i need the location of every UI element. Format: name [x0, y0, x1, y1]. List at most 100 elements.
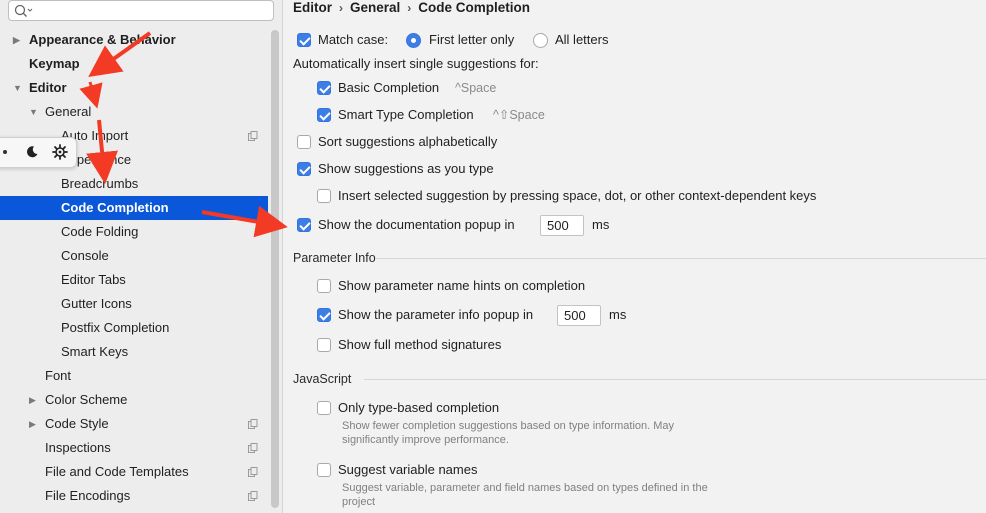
smart-type-shortcut: ^⇧Space — [493, 108, 545, 122]
sidebar-item-editor[interactable]: ▼ Editor — [0, 76, 268, 100]
sidebar-item-label: Console — [61, 248, 109, 263]
sidebar-item-code-folding[interactable]: Code Folding — [0, 220, 268, 244]
name-hints-label: Show parameter name hints on completion — [338, 278, 586, 293]
doc-popup-checkbox[interactable] — [297, 218, 311, 232]
sidebar-item-breadcrumbs[interactable]: Breadcrumbs — [0, 172, 268, 196]
chevron-right-icon[interactable]: ▶ — [13, 28, 25, 52]
info-popup-unit: ms — [609, 307, 627, 322]
type-based-help: Show fewer completion suggestions based … — [342, 420, 675, 446]
sidebar-item-label: Gutter Icons — [61, 296, 132, 311]
name-hints-row: Show parameter name hints on completion — [317, 276, 717, 296]
basic-completion-row: Basic Completion ^Space — [317, 78, 617, 98]
sidebar-item-color-scheme[interactable]: ▶ Color Scheme — [0, 388, 268, 412]
full-signatures-checkbox[interactable] — [317, 338, 331, 352]
section-divider — [364, 379, 986, 380]
sidebar-item-gutter-icons[interactable]: Gutter Icons — [0, 292, 268, 316]
insert-selected-row: Insert selected suggestion by pressing s… — [317, 186, 917, 206]
sidebar-item-label: Inspections — [45, 440, 111, 455]
chevron-right-icon[interactable]: ▶ — [29, 412, 41, 436]
basic-completion-checkbox[interactable] — [317, 81, 331, 95]
parameter-info-title: Parameter Info — [293, 251, 376, 265]
sidebar-item-font[interactable]: Font — [0, 364, 268, 388]
basic-completion-shortcut: ^Space — [455, 81, 497, 95]
breadcrumb-code-completion: Code Completion — [418, 0, 531, 15]
insert-selected-checkbox[interactable] — [317, 189, 331, 203]
moon-icon[interactable] — [25, 145, 39, 159]
info-popup-checkbox[interactable] — [317, 308, 331, 322]
first-letter-radio[interactable] — [406, 33, 421, 48]
sidebar-item-console[interactable]: Console — [0, 244, 268, 268]
copy-icon — [248, 419, 258, 429]
gear-icon[interactable] — [52, 144, 68, 160]
sidebar-item-label: Code Style — [45, 416, 109, 431]
sidebar-item-label: File Encodings — [45, 488, 131, 503]
settings-content: Editor › General › Code Completion Match cas… — [284, 0, 986, 513]
all-letters-radio[interactable] — [533, 33, 548, 48]
sidebar-item-label: Color Scheme — [45, 392, 128, 407]
full-signatures-label: Show full method signatures — [338, 337, 502, 352]
doc-popup-label: Show the documentation popup in — [318, 217, 515, 232]
copy-icon — [248, 443, 258, 453]
section-divider — [376, 258, 986, 259]
sort-alpha-checkbox[interactable] — [297, 135, 311, 149]
sidebar-item-general[interactable]: ▼ General — [0, 100, 268, 124]
sidebar-item-label: Font — [45, 368, 72, 383]
match-case-label: Match case: — [318, 32, 389, 47]
copy-icon — [248, 467, 258, 477]
type-based-checkbox[interactable] — [317, 401, 331, 415]
name-hints-checkbox[interactable] — [317, 279, 331, 293]
info-popup-delay-field[interactable]: 500 — [557, 305, 601, 326]
sidebar-item-label: File and Code Templates — [45, 464, 189, 479]
all-letters-label: All letters — [555, 32, 609, 47]
sort-alpha-row: Sort suggestions alphabetically — [297, 132, 597, 152]
sidebar-item-label: Smart Keys — [61, 344, 129, 359]
breadcrumb-general[interactable]: General — [350, 0, 400, 15]
match-case-row: Match case: First letter only All letter… — [297, 30, 897, 50]
sidebar-item-label: Keymap — [29, 56, 80, 71]
settings-sidebar: ▶ Appearance & Behavior Keymap ▼ Editor ▼ Gene… — [0, 0, 283, 513]
full-signatures-row: Show full method signatures — [317, 335, 717, 355]
breadcrumb-separator: › — [339, 1, 343, 15]
smart-type-row: Smart Type Completion ^⇧Space — [317, 105, 617, 125]
dot-icon[interactable] — [3, 150, 7, 154]
sidebar-item-label: Editor Tabs — [61, 272, 126, 287]
chevron-down-icon[interactable]: ▼ — [29, 100, 41, 124]
javascript-title: JavaScript — [293, 372, 352, 386]
info-popup-row: Show the parameter info popup in 500 ms — [317, 305, 717, 326]
type-based-label: Only type-based completion — [338, 400, 500, 415]
doc-popup-row: Show the documentation popup in 500 ms — [297, 215, 697, 236]
variable-names-help: Suggest variable, parameter and field na… — [342, 482, 708, 508]
copy-icon — [248, 491, 258, 501]
sidebar-item-inspections[interactable]: Inspections — [0, 436, 268, 460]
sidebar-item-file-encodings[interactable]: File Encodings — [0, 484, 268, 508]
insert-selected-label: Insert selected suggestion by pressing s… — [338, 188, 817, 203]
doc-popup-delay-field[interactable]: 500 — [540, 215, 584, 236]
smart-type-checkbox[interactable] — [317, 108, 331, 122]
show-as-type-checkbox[interactable] — [297, 162, 311, 176]
sidebar-item-keymap[interactable]: Keymap — [0, 52, 268, 76]
sidebar-item-postfix-completion[interactable]: Postfix Completion — [0, 316, 268, 340]
sidebar-item-code-style[interactable]: ▶ Code Style — [0, 412, 268, 436]
match-case-checkbox[interactable] — [297, 33, 311, 47]
search-icon — [14, 4, 33, 17]
breadcrumb-editor[interactable]: Editor — [293, 0, 332, 15]
info-popup-label: Show the parameter info popup in — [338, 307, 534, 322]
variable-names-checkbox[interactable] — [317, 463, 331, 477]
sidebar-item-label: Code Completion — [61, 200, 169, 215]
chevron-right-icon[interactable]: ▶ — [29, 388, 41, 412]
floating-toolbar — [0, 137, 77, 168]
sidebar-item-smart-keys[interactable]: Smart Keys — [0, 340, 268, 364]
chevron-down-icon[interactable]: ▼ — [13, 76, 25, 100]
sidebar-item-appearance-behavior[interactable]: ▶ Appearance & Behavior — [0, 28, 268, 52]
auto-insert-title: Automatically insert single suggestions … — [293, 56, 539, 71]
sidebar-item-editor-tabs[interactable]: Editor Tabs — [0, 268, 268, 292]
copy-icon — [248, 131, 258, 141]
first-letter-label: First letter only — [429, 32, 515, 47]
sidebar-item-file-and-code-templates[interactable]: File and Code Templates — [0, 460, 268, 484]
search-field[interactable] — [8, 0, 274, 21]
breadcrumb-separator: › — [407, 1, 412, 15]
show-as-type-row: Show suggestions as you type — [297, 159, 597, 179]
sidebar-item-code-completion[interactable]: Code Completion — [0, 196, 268, 220]
sidebar-item-label: General — [45, 104, 92, 119]
sidebar-scrollbar[interactable] — [271, 30, 279, 508]
